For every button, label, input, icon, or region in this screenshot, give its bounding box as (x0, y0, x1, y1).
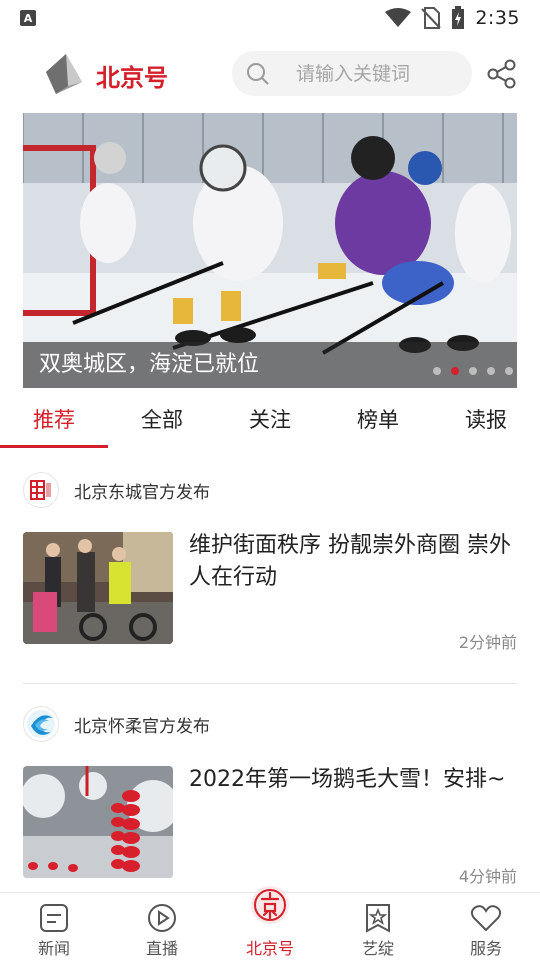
feed-divider (23, 683, 517, 684)
page-title: 北京号 (96, 64, 168, 92)
hero-banner[interactable]: 双奥城区，海淀已就位 (23, 113, 517, 388)
search-bar[interactable] (232, 51, 472, 96)
tab-recommend[interactable]: 推荐 (0, 396, 108, 450)
article-headline[interactable]: 2022年第一场鹅毛大雪！安排~ (189, 764, 517, 796)
news-icon (40, 904, 68, 932)
feed-source[interactable]: 北京东城官方发布 (23, 472, 210, 508)
article-time: 4分钟前 (458, 867, 517, 886)
street-scene-image (23, 532, 173, 644)
dongcheng-logo-icon (30, 480, 51, 500)
nav-service[interactable]: 服务 (432, 893, 540, 960)
banner-dot[interactable] (487, 367, 495, 375)
banner-caption: 双奥城区，海淀已就位 (39, 352, 260, 377)
tab-newspaper[interactable]: 读报 (432, 396, 540, 450)
nav-label: 艺绽 (361, 939, 394, 958)
star-bookmark-icon (366, 904, 390, 933)
nav-label: 北京号 (245, 939, 294, 958)
status-time: 2:35 (475, 7, 520, 29)
huairou-logo-icon (27, 710, 55, 738)
notification-a-icon: A (20, 10, 36, 26)
category-tabs: 推荐 全部 关注 榜单 读报 (0, 396, 540, 450)
source-name[interactable]: 北京东城官方发布 (74, 478, 210, 503)
banner-pagination (433, 367, 513, 375)
feed-item[interactable]: 北京东城官方发布 维护街面秩序 扮靓崇外商圈 崇外人在行动 2分钟前 (23, 472, 517, 662)
banner-dot-active[interactable] (451, 367, 459, 375)
banner-dot[interactable] (433, 367, 441, 375)
feed-item[interactable]: 北京怀柔官方发布 2022年第一场鹅毛大雪！安排~ 4分钟前 (23, 706, 517, 891)
tab-follow[interactable]: 关注 (216, 396, 324, 450)
nav-label: 服务 (469, 939, 502, 958)
search-input[interactable] (296, 51, 466, 96)
app-logo-icon (46, 54, 82, 94)
battery-charging-icon (452, 6, 465, 29)
status-bar: A 2:35 (0, 0, 540, 36)
tab-all[interactable]: 全部 (108, 396, 216, 450)
nav-live[interactable]: 直播 (108, 893, 216, 960)
app-header: 北京号 (0, 44, 540, 104)
share-icon[interactable] (486, 58, 518, 90)
source-name[interactable]: 北京怀柔官方发布 (74, 712, 210, 737)
beijing-seal-icon (251, 886, 289, 924)
search-icon (247, 63, 269, 85)
feed-source[interactable]: 北京怀柔官方发布 (23, 706, 210, 742)
source-avatar[interactable] (23, 472, 59, 508)
banner-dot[interactable] (505, 367, 513, 375)
status-right: 2:35 (385, 6, 520, 30)
no-sim-icon (421, 7, 442, 29)
tab-ranking[interactable]: 榜单 (324, 396, 432, 450)
wifi-icon (385, 8, 412, 27)
article-headline[interactable]: 维护街面秩序 扮靓崇外商圈 崇外人在行动 (189, 530, 517, 594)
nav-beijing-hao[interactable]: 北京号 (216, 886, 324, 960)
snow-lanterns-image (23, 766, 173, 878)
nav-news[interactable]: 新闻 (0, 893, 108, 960)
nav-label: 直播 (145, 939, 178, 958)
article-time: 2分钟前 (458, 633, 517, 652)
source-avatar[interactable] (23, 706, 59, 742)
banner-dot[interactable] (469, 367, 477, 375)
article-thumbnail[interactable] (23, 766, 173, 878)
bottom-navigation: 新闻 直播 北京号 艺绽 服务 (0, 886, 540, 960)
heart-icon (470, 905, 502, 932)
article-thumbnail[interactable] (23, 532, 173, 644)
nav-yizhan[interactable]: 艺绽 (324, 893, 432, 960)
play-icon (148, 904, 176, 932)
nav-label: 新闻 (37, 939, 70, 958)
